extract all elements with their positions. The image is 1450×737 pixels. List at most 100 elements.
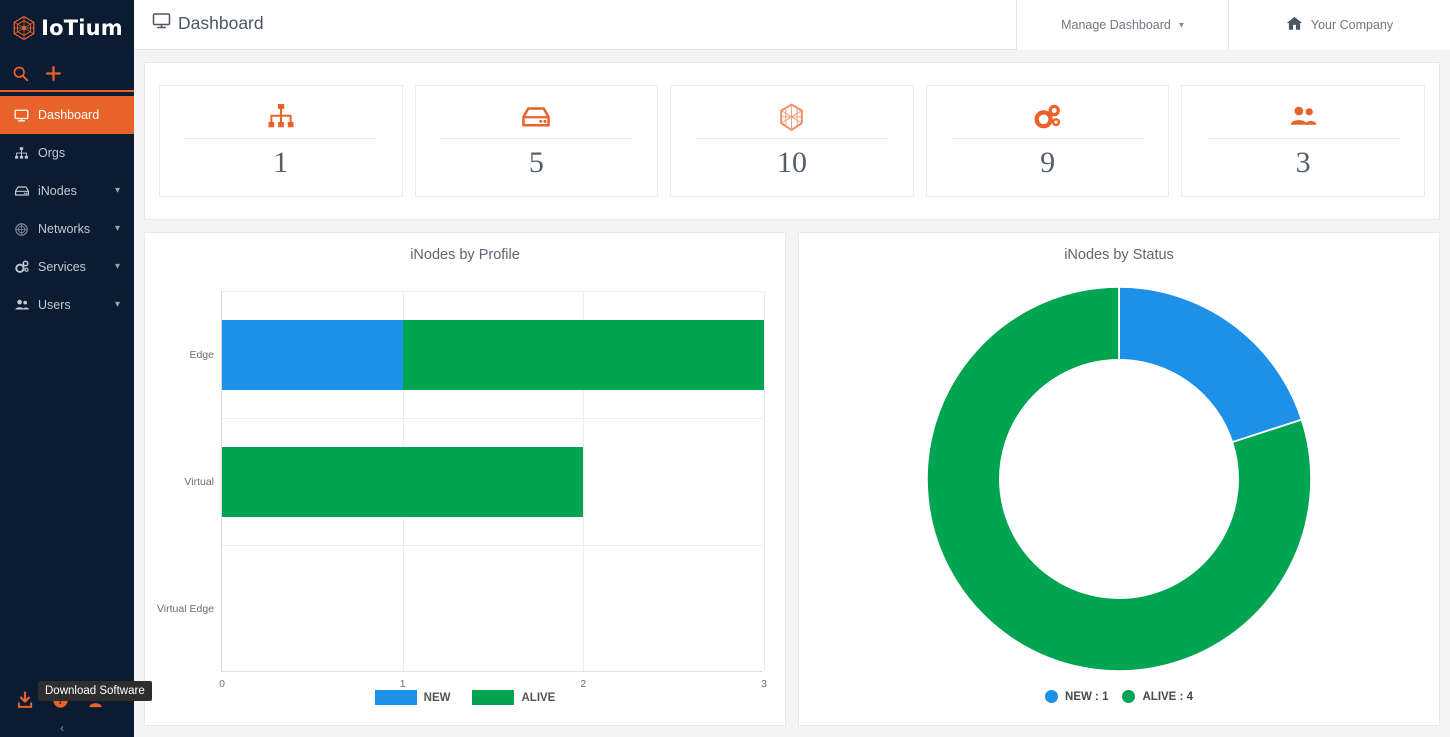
- legend-swatch: [472, 690, 515, 705]
- manage-dashboard-label: Manage Dashboard: [1061, 18, 1171, 32]
- legend-label: ALIVE: [521, 691, 556, 704]
- sitemap-icon: [266, 100, 296, 134]
- gears-icon: [1032, 100, 1063, 134]
- network-icon: [776, 100, 807, 134]
- sidebar-item-orgs[interactable]: Orgs: [0, 134, 134, 172]
- stat-value: 5: [528, 146, 544, 179]
- page-title: Dashboard: [152, 11, 264, 35]
- server-icon: [14, 183, 34, 199]
- x-axis-tick: 1: [399, 678, 406, 690]
- sidebar-item-label: Services: [38, 260, 86, 274]
- stat-value: 9: [1040, 146, 1056, 179]
- charts-row: iNodes by Profile 0 1 2 3 Edge Virtual Virtual…: [144, 232, 1440, 726]
- stat-card-networks[interactable]: 10: [670, 85, 914, 197]
- monitor-icon: [152, 11, 171, 35]
- stat-card-orgs[interactable]: 1: [159, 85, 403, 197]
- sidebar-item-networks[interactable]: Networks ▾: [0, 210, 134, 248]
- brand-name: IoTium: [41, 16, 123, 40]
- bar-segment-alive[interactable]: [402, 319, 764, 390]
- gridline: [222, 418, 763, 419]
- bar-segment-new[interactable]: [222, 319, 403, 390]
- company-selector-button[interactable]: Your Company: [1228, 0, 1450, 50]
- legend-item-new[interactable]: NEW: [374, 690, 451, 705]
- chart-title: iNodes by Status: [1064, 247, 1174, 263]
- page-title-text: Dashboard: [178, 12, 264, 33]
- gridline: [222, 291, 763, 292]
- donut-svg[interactable]: [923, 283, 1315, 675]
- chevron-down-icon: ▾: [114, 298, 120, 310]
- chevron-down-icon: ▾: [1178, 19, 1184, 31]
- sidebar-item-services[interactable]: Services ▾: [0, 248, 134, 286]
- stat-card-services[interactable]: 9: [925, 85, 1170, 197]
- legend-label: NEW : 1: [1065, 690, 1109, 703]
- download-icon[interactable]: [16, 691, 34, 709]
- divider: [695, 138, 889, 139]
- add-icon[interactable]: [45, 65, 62, 82]
- sidebar-item-inodes[interactable]: iNodes ▾: [0, 172, 134, 210]
- chevron-down-icon: ▾: [114, 222, 120, 234]
- legend-item-alive[interactable]: ALIVE : 4: [1122, 690, 1193, 703]
- bar-chart-area: 0 1 2 3 Edge Virtual Virtual Edge NEW ALIVE: [145, 273, 785, 725]
- gears-icon: [14, 259, 34, 275]
- sidebar-item-label: Users: [38, 298, 71, 312]
- bar-chart-legend: NEW ALIVE: [145, 690, 785, 705]
- sidebar-nav: Dashboard Orgs iNodes ▾ Networks ▾ Servi…: [0, 92, 134, 324]
- x-axis-tick: 0: [219, 678, 225, 690]
- sidebar-quick-actions: [0, 56, 134, 92]
- stat-card-users[interactable]: 3: [1181, 85, 1425, 197]
- monitor-icon: [14, 108, 34, 123]
- sidebar-item-label: iNodes: [38, 184, 77, 198]
- gridline: [222, 545, 763, 546]
- collapse-sidebar-button[interactable]: ‹: [60, 721, 64, 735]
- dashboard-page: IoTium Dashboard Orgs iNodes ▾ Networks …: [0, 0, 1450, 737]
- chevron-down-icon: ▾: [114, 184, 120, 196]
- legend-swatch: [374, 690, 417, 705]
- legend-item-new[interactable]: NEW : 1: [1045, 690, 1108, 703]
- divider: [950, 138, 1145, 139]
- sitemap-icon: [14, 146, 34, 161]
- brand-logo[interactable]: IoTium: [0, 0, 134, 56]
- manage-dashboard-button[interactable]: Manage Dashboard ▾: [1016, 0, 1228, 50]
- network-icon: [14, 222, 34, 237]
- gridline: [764, 291, 765, 671]
- chart-title: iNodes by Profile: [410, 247, 520, 263]
- inodes-by-status-chart: iNodes by Status NEW : 1 ALIVE : 4: [798, 232, 1440, 726]
- divider: [439, 138, 634, 139]
- sidebar-item-label: Dashboard: [38, 108, 100, 122]
- stat-card-inodes[interactable]: 5: [414, 85, 659, 197]
- legend-item-alive[interactable]: ALIVE: [472, 690, 555, 705]
- stat-value: 3: [1295, 146, 1311, 179]
- divider: [1206, 138, 1400, 139]
- stats-panel: 1 5 10 9 3: [144, 62, 1440, 220]
- iotium-hex-logo-icon: [11, 15, 37, 41]
- download-software-tooltip: Download Software: [38, 681, 152, 701]
- search-icon[interactable]: [12, 65, 29, 82]
- sidebar-item-label: Orgs: [38, 146, 66, 160]
- sidebar-item-dashboard[interactable]: Dashboard: [0, 96, 134, 134]
- bar-row[interactable]: Virtual: [184, 446, 584, 517]
- x-axis-tick: 2: [580, 678, 587, 690]
- y-axis-category-label: Edge: [189, 348, 214, 361]
- users-icon: [1288, 100, 1319, 134]
- x-axis-tick: 3: [761, 678, 767, 690]
- divider: [184, 138, 378, 139]
- users-icon: [14, 297, 34, 313]
- stat-value: 10: [776, 146, 807, 179]
- donut-chart-legend: NEW : 1 ALIVE : 4: [799, 690, 1439, 703]
- y-axis-category-label: Virtual Edge: [156, 602, 214, 615]
- sidebar-item-label: Networks: [38, 222, 91, 236]
- sidebar-item-users[interactable]: Users ▾: [0, 286, 134, 324]
- bar-segment-alive[interactable]: [222, 446, 584, 517]
- legend-swatch: [1045, 690, 1059, 703]
- home-icon: [1286, 15, 1303, 35]
- company-label: Your Company: [1310, 18, 1394, 32]
- legend-label: NEW: [423, 691, 451, 704]
- sidebar-bottom-actions: ? Download Software: [0, 681, 152, 709]
- bar-row[interactable]: Edge: [189, 319, 764, 390]
- chevron-down-icon: ▾: [114, 260, 120, 272]
- server-icon: [520, 100, 552, 134]
- legend-label: ALIVE : 4: [1142, 690, 1193, 703]
- bar-plot: 0 1 2 3 Edge Virtual Virtual Edge: [157, 291, 767, 690]
- y-axis-category-label: Virtual: [184, 475, 214, 488]
- donut-slice-new[interactable]: [1118, 286, 1303, 444]
